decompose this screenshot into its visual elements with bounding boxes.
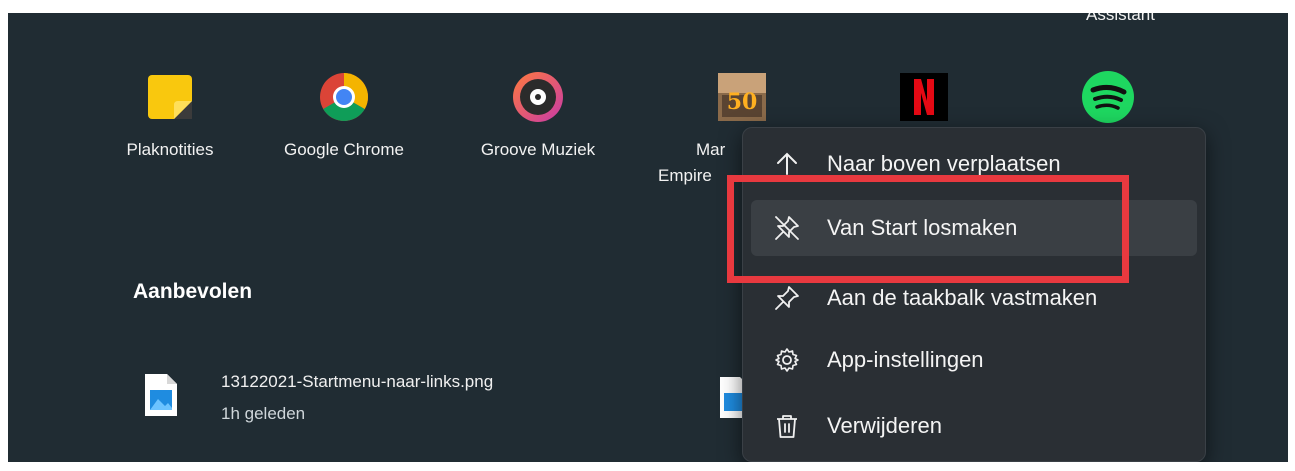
pinned-app-spotify[interactable] — [1038, 65, 1178, 129]
menu-item-uninstall[interactable]: Verwijderen — [751, 398, 1197, 454]
menu-item-label: Aan de taakbalk vastmaken — [827, 285, 1098, 310]
sticky-notes-icon — [138, 65, 202, 129]
pin-icon — [773, 284, 801, 312]
gear-icon — [773, 346, 801, 374]
unpin-icon — [773, 214, 801, 242]
menu-item-label: Verwijderen — [827, 413, 942, 438]
arrow-up-icon — [773, 150, 801, 178]
game-50-icon: 50 — [710, 65, 774, 129]
menu-item-label: App-instellingen — [827, 347, 984, 372]
menu-item-label: Naar boven verplaatsen — [827, 151, 1061, 176]
recommended-item[interactable]: 13122021-Startmenu-naar-links.png 1h gel… — [143, 366, 643, 436]
start-menu-panel: Assistant Plaknotities Google Chrome Gro… — [8, 13, 1288, 462]
menu-item-move-to-top[interactable]: Naar boven verplaatsen — [751, 136, 1197, 192]
menu-item-unpin-from-start[interactable]: Van Start losmaken — [751, 200, 1197, 256]
pinned-app-netflix[interactable] — [854, 65, 994, 129]
trash-icon — [773, 412, 801, 440]
menu-item-pin-to-taskbar[interactable]: Aan de taakbalk vastmaken — [751, 270, 1197, 326]
recommended-item-name: 13122021-Startmenu-naar-links.png — [221, 372, 494, 391]
pinned-app-sticky-notes[interactable]: Plaknotities — [100, 65, 240, 163]
pinned-app-label: Google Chrome — [283, 140, 404, 159]
recommended-item-time: 1h geleden — [221, 404, 306, 423]
svg-text:50: 50 — [727, 89, 758, 115]
pinned-app-label: Groove Muziek — [480, 140, 596, 159]
menu-item-app-settings[interactable]: App-instellingen — [751, 332, 1197, 388]
recommended-heading: Aanbevolen — [133, 280, 253, 303]
pinned-app-label: Plaknotities — [126, 140, 214, 159]
context-menu: Naar boven verplaatsen Van Start losmake… — [742, 127, 1206, 462]
cut-off-app-label: Assistant — [1086, 13, 1155, 24]
spotify-icon — [1076, 65, 1140, 129]
menu-item-label: Van Start losmaken — [827, 215, 1018, 240]
pinned-app-groove[interactable]: Groove Muziek — [468, 65, 608, 163]
groove-music-icon — [506, 65, 570, 129]
pinned-app-chrome[interactable]: Google Chrome — [274, 65, 414, 163]
image-file-icon — [143, 372, 179, 423]
netflix-icon — [892, 65, 956, 129]
chrome-icon — [312, 65, 376, 129]
